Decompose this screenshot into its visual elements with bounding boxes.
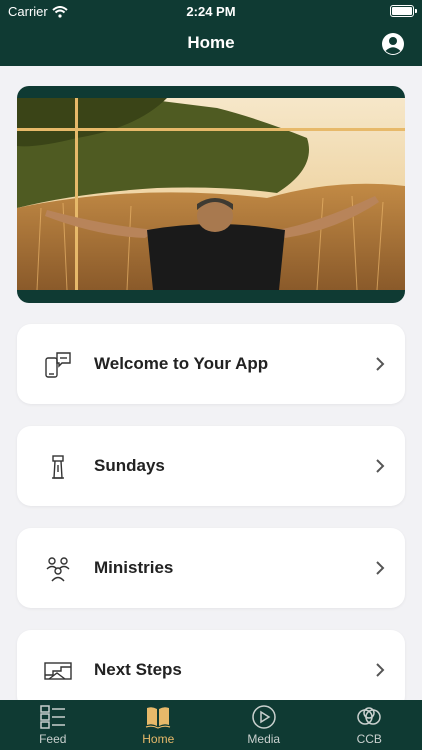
book-icon xyxy=(146,707,171,729)
menu-item-label: Sundays xyxy=(94,456,165,475)
status-bar: Carrier 2:24 PM xyxy=(0,0,422,22)
menu-item-label: Next Steps xyxy=(94,660,182,679)
play-icon xyxy=(252,705,276,729)
menu-item-label: Welcome to Your App xyxy=(94,354,269,373)
menu-item-label: Ministries xyxy=(94,558,174,577)
tab-home[interactable]: Home xyxy=(106,700,212,750)
tab-feed[interactable]: Feed xyxy=(0,700,106,750)
profile-icon[interactable] xyxy=(381,32,405,56)
tab-bar: Feed Home Media CCB xyxy=(0,700,422,750)
circles-icon xyxy=(357,707,381,725)
menu-item-sundays[interactable]: Sundays xyxy=(17,426,405,506)
tab-label: CCB xyxy=(356,732,382,746)
hero-banner[interactable] xyxy=(17,86,405,303)
status-time: 2:24 PM xyxy=(186,4,236,19)
hero-image xyxy=(17,98,405,290)
people-group-icon xyxy=(46,557,70,582)
page-title: Home xyxy=(187,33,235,52)
chevron-right-icon xyxy=(376,357,385,371)
tab-label: Media xyxy=(247,732,281,746)
tab-ccb[interactable]: CCB xyxy=(317,700,422,750)
chevron-right-icon xyxy=(376,459,385,473)
battery-icon xyxy=(390,5,417,17)
tab-label: Feed xyxy=(39,732,67,746)
menu-item-next-steps[interactable]: Next Steps xyxy=(17,630,405,710)
chevron-right-icon xyxy=(376,663,385,677)
steps-icon xyxy=(44,662,72,680)
menu-item-welcome[interactable]: Welcome to Your App xyxy=(17,324,405,404)
feed-icon xyxy=(40,705,65,729)
phone-chat-icon xyxy=(45,352,71,378)
chevron-right-icon xyxy=(376,561,385,575)
top-bar: Carrier 2:24 PM Home xyxy=(0,0,422,66)
tab-media[interactable]: Media xyxy=(211,700,317,750)
tab-label: Home xyxy=(142,732,175,746)
menu-item-ministries[interactable]: Ministries xyxy=(17,528,405,608)
podium-icon xyxy=(52,455,64,479)
